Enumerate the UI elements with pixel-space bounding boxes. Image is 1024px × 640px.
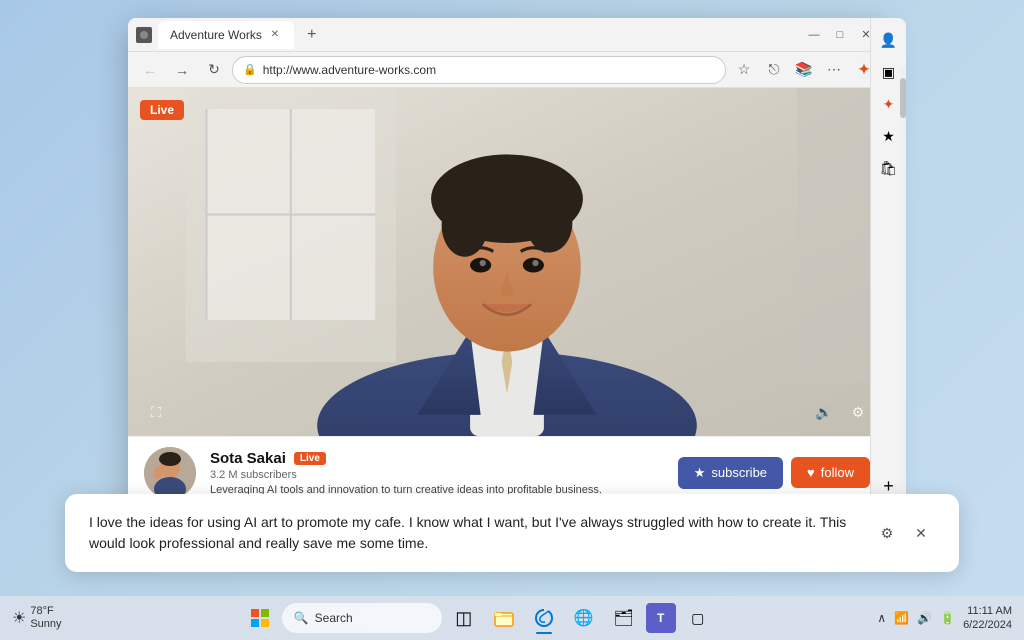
taskbar-right: ∧ 📶 🔊 🔋 11:11 AM 6/22/2024 — [875, 604, 1012, 633]
follow-label: follow — [821, 465, 854, 480]
weather-info: 78°F Sunny — [30, 605, 61, 631]
maximize-button[interactable]: □ — [828, 23, 852, 47]
app-icon-2[interactable]: 🗂 — [606, 600, 642, 636]
browser-favicon — [136, 27, 152, 43]
browser-tab[interactable]: Adventure Works ✕ — [158, 21, 294, 49]
subscribe-label: subscribe — [711, 465, 767, 480]
taskbar-search[interactable]: 🔍 Search — [282, 603, 442, 633]
copilot-sidebar-icon[interactable]: ✦ — [875, 90, 903, 118]
lock-icon: 🔒 — [243, 63, 257, 76]
video-frame — [128, 88, 886, 436]
app-icon-terminal[interactable]: ▢ — [680, 600, 716, 636]
follow-button[interactable]: ♥ follow — [791, 457, 870, 488]
datetime[interactable]: 11:11 AM 6/22/2024 — [963, 604, 1012, 633]
volume-tray-icon[interactable]: 🔊 — [915, 609, 934, 627]
toolbar-actions: ☆ ⎋ 📚 ⋯ ✦ — [730, 56, 878, 84]
video-controls: ⛶ 🔊 ⚙ — [128, 398, 886, 426]
taskbar: ☀ 78°F Sunny 🔍 Search — [0, 596, 1024, 640]
copilot-message: I love the ideas for using AI art to pro… — [89, 512, 861, 554]
scrollbar-thumb[interactable] — [900, 78, 906, 118]
copilot-panel: I love the ideas for using AI art to pro… — [65, 494, 959, 572]
channel-avatar — [144, 447, 196, 499]
refresh-button[interactable]: ↻ — [200, 56, 228, 84]
tray-chevron[interactable]: ∧ — [875, 609, 888, 627]
url-text: http://www.adventure-works.com — [263, 63, 715, 77]
live-mini-badge: Live — [294, 452, 326, 465]
weather-temp: 78°F — [30, 605, 61, 618]
time: 11:11 AM — [967, 604, 1012, 618]
start-button[interactable] — [242, 600, 278, 636]
taskbar-weather[interactable]: ☀ 78°F Sunny — [12, 605, 82, 631]
system-tray: ∧ 📶 🔊 🔋 — [875, 609, 957, 627]
profile-sidebar-icon[interactable]: 👤 — [875, 26, 903, 54]
subscribe-button[interactable]: ★ subscribe — [678, 457, 783, 489]
taskbar-center: 🔍 Search ◫ 🌐 🗂 — [82, 600, 875, 636]
more-icon[interactable]: ⋯ — [820, 56, 848, 84]
fullscreen-button[interactable]: ⛶ — [142, 398, 170, 426]
collections-icon[interactable]: 📚 — [790, 56, 818, 84]
star-icon: ★ — [694, 465, 706, 481]
channel-details: Sota Sakai Live 3.2 M subscribers Levera… — [210, 450, 664, 496]
browser-titlebar: Adventure Works ✕ + — □ ✕ — [128, 18, 886, 52]
share-icon[interactable]: ⎋ — [760, 56, 788, 84]
edge-button[interactable] — [526, 600, 562, 636]
search-icon: 🔍 — [294, 611, 309, 625]
settings-button[interactable]: ⚙ — [844, 398, 872, 426]
browser-window: Adventure Works ✕ + — □ ✕ ← → ↻ 🔒 http:/… — [128, 18, 886, 508]
heart-icon: ♥ — [807, 465, 815, 480]
battery-icon[interactable]: 🔋 — [938, 609, 957, 627]
tab-title: Adventure Works — [170, 28, 262, 42]
minimize-button[interactable]: — — [802, 23, 826, 47]
shopping-sidebar-icon[interactable]: 🛍 — [875, 154, 903, 182]
file-explorer-button[interactable] — [486, 600, 522, 636]
search-text: Search — [315, 611, 353, 625]
weather-condition: Sunny — [30, 618, 61, 631]
forward-button[interactable]: → — [168, 56, 196, 84]
volume-button[interactable]: 🔊 — [810, 398, 838, 426]
back-button[interactable]: ← — [136, 56, 164, 84]
channel-subscribers: 3.2 M subscribers — [210, 469, 664, 481]
favorites-sidebar-icon[interactable]: ★ — [875, 122, 903, 150]
favorites-icon[interactable]: ☆ — [730, 56, 758, 84]
channel-actions: ★ subscribe ♥ follow — [678, 457, 870, 489]
weather-icon: ☀ — [12, 608, 26, 628]
avatar-image — [144, 447, 196, 499]
channel-name: Sota Sakai — [210, 450, 286, 467]
copilot-actions: ⚙ ✕ — [873, 519, 935, 547]
network-icon[interactable]: 📶 — [892, 609, 911, 627]
address-bar[interactable]: 🔒 http://www.adventure-works.com — [232, 56, 726, 84]
app-icon-1[interactable]: 🌐 — [566, 600, 602, 636]
browser-scrollbar[interactable] — [900, 68, 906, 488]
channel-name-row: Sota Sakai Live — [210, 450, 664, 467]
live-badge: Live — [140, 100, 184, 120]
tab-close-button[interactable]: ✕ — [268, 28, 282, 42]
teams-button[interactable]: T — [646, 603, 676, 633]
video-container: Live ⛶ 🔊 ⚙ — [128, 88, 886, 436]
copilot-settings-button[interactable]: ⚙ — [873, 519, 901, 547]
desktop: Adventure Works ✕ + — □ ✕ ← → ↻ 🔒 http:/… — [0, 0, 1024, 640]
window-controls: — □ ✕ — [802, 23, 878, 47]
copilot-close-button[interactable]: ✕ — [907, 519, 935, 547]
browser-content: Live ⛶ 🔊 ⚙ — [128, 88, 886, 508]
pip-sidebar-icon[interactable]: ▣ — [875, 58, 903, 86]
date: 6/22/2024 — [963, 618, 1012, 632]
browser-toolbar: ← → ↻ 🔒 http://www.adventure-works.com ☆… — [128, 52, 886, 88]
new-tab-button[interactable]: + — [300, 23, 324, 47]
widgets-button[interactable]: ◫ — [446, 600, 482, 636]
